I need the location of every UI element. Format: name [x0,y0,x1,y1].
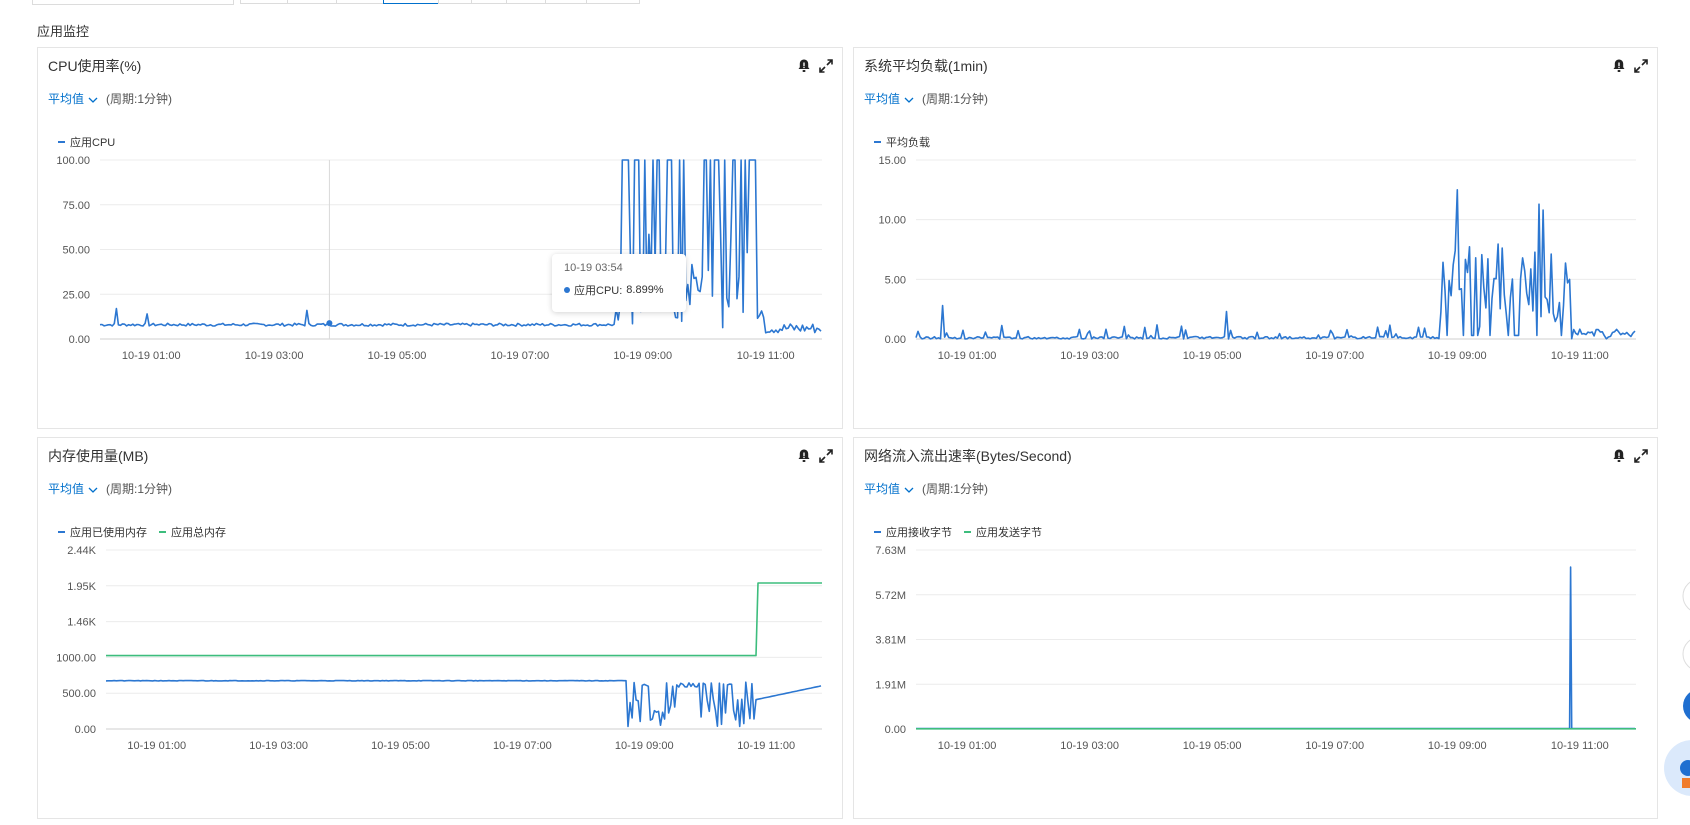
x-tick-label: 10-19 07:00 [493,740,552,752]
x-tick-label: 10-19 01:00 [938,740,997,752]
time-range-toolbar [0,0,1690,10]
assistant-avatar-icon[interactable] [1662,738,1690,798]
y-tick-label: 50.00 [62,245,90,257]
x-tick-label: 10-19 03:00 [249,740,308,752]
y-tick-label: 3.81M [875,635,906,647]
y-tick-label: 100.00 [56,155,90,167]
tooltip-value: 8.899% [626,284,664,296]
x-tick-label: 10-19 09:00 [1428,350,1487,362]
x-tick-label: 10-19 05:00 [1183,350,1242,362]
series-line-mem-used [105,679,822,728]
y-tick-label: 1.91M [875,679,906,691]
x-tick-label: 10-19 05:00 [1183,740,1242,752]
x-tick-label: 10-19 09:00 [1428,740,1487,752]
y-tick-label: 0.00 [885,724,906,736]
time-range-option-selected[interactable] [383,0,439,4]
time-range-option[interactable] [586,0,640,4]
x-tick-label: 10-19 05:00 [368,350,427,362]
hover-point [326,320,333,327]
x-tick-label: 10-19 07:00 [491,350,550,362]
app-selector[interactable] [32,0,234,5]
memory-usage-card: 内存使用量(MB) 平均值 (周期:1分钟) 应用已使用内存 应用总内存 2.4… [37,437,843,819]
x-tick-label: 10-19 11:00 [737,350,795,362]
tooltip-series-name: 应用CPU: [574,285,623,297]
system-load-card: 系统平均负载(1min) 平均值 (周期:1分钟) 平均负载 15.00 10.0… [853,47,1658,429]
y-tick-label: 1000.00 [56,652,96,664]
network-rate-card: 网络流入流出速率(Bytes/Second) 平均值 (周期:1分钟) 应用接收… [853,437,1658,819]
load-chart[interactable]: 15.00 10.00 5.00 0.00 10-19 01:00 10-19 03:00… [854,48,1659,430]
x-tick-label: 10-19 03:00 [1060,740,1119,752]
time-range-option[interactable] [438,0,472,4]
y-tick-label: 75.00 [62,200,90,212]
section-title: 应用监控 [37,24,90,39]
floating-widget-edge[interactable] [1678,688,1690,728]
x-tick-label: 10-19 01:00 [122,350,181,362]
time-range-option[interactable] [545,0,587,4]
time-range-option[interactable] [471,0,507,4]
y-tick-label: 5.72M [875,590,906,602]
y-tick-label: 1.95K [67,581,96,593]
y-tick-label: 2.44K [67,545,96,557]
network-chart[interactable]: 7.63M 5.72M 3.81M 1.91M 0.00 10-19 01:00 10-19… [854,438,1659,820]
y-tick-label: 500.00 [62,688,96,700]
chart-tooltip: 10-19 03:54 应用CPU: 8.899% [552,254,686,312]
cpu-chart[interactable]: 100.00 75.00 50.00 25.00 0.00 10-19 01:00 10-1… [38,48,844,430]
time-range-option[interactable] [240,0,288,4]
time-range-option[interactable] [336,0,384,4]
memory-chart[interactable]: 2.44K 1.95K 1.46K 1000.00 500.00 0.00 10-19 01… [38,438,844,820]
x-tick-label: 10-19 09:00 [615,740,674,752]
x-tick-label: 10-19 07:00 [1305,740,1364,752]
time-range-option[interactable] [287,0,337,4]
y-tick-label: 0.00 [885,334,906,346]
series-line-app-cpu [99,159,822,334]
tooltip-series-dot [564,287,570,293]
x-tick-label: 10-19 03:00 [1060,350,1119,362]
y-tick-label: 0.00 [75,724,96,736]
time-range-option[interactable] [506,0,546,4]
tooltip-time: 10-19 03:54 [564,262,623,274]
x-tick-label: 10-19 01:00 [127,740,186,752]
x-tick-label: 10-19 11:00 [737,740,795,752]
floating-widget-edge[interactable] [1678,636,1690,676]
y-tick-label: 25.00 [62,289,90,301]
series-line-net-in [916,566,1635,730]
x-tick-label: 10-19 11:00 [1551,350,1609,362]
y-tick-label: 5.00 [885,274,906,286]
series-line-mem-total [106,582,822,657]
floating-widget-edge[interactable] [1678,578,1690,618]
y-tick-label: 15.00 [878,155,906,167]
y-tick-label: 1.46K [67,617,96,629]
x-tick-label: 10-19 11:00 [1551,740,1609,752]
y-tick-label: 7.63M [875,545,906,557]
x-tick-label: 10-19 09:00 [613,350,672,362]
x-tick-label: 10-19 05:00 [371,740,430,752]
x-tick-label: 10-19 01:00 [938,350,997,362]
y-tick-label: 0.00 [69,334,90,346]
series-line-avg-load [915,189,1636,340]
x-tick-label: 10-19 07:00 [1305,350,1364,362]
x-tick-label: 10-19 03:00 [245,350,304,362]
cpu-usage-card: CPU使用率(%) 平均值 (周期:1分钟) 应用CPU 100.00 75.00… [37,47,843,429]
y-tick-label: 10.00 [878,215,906,227]
